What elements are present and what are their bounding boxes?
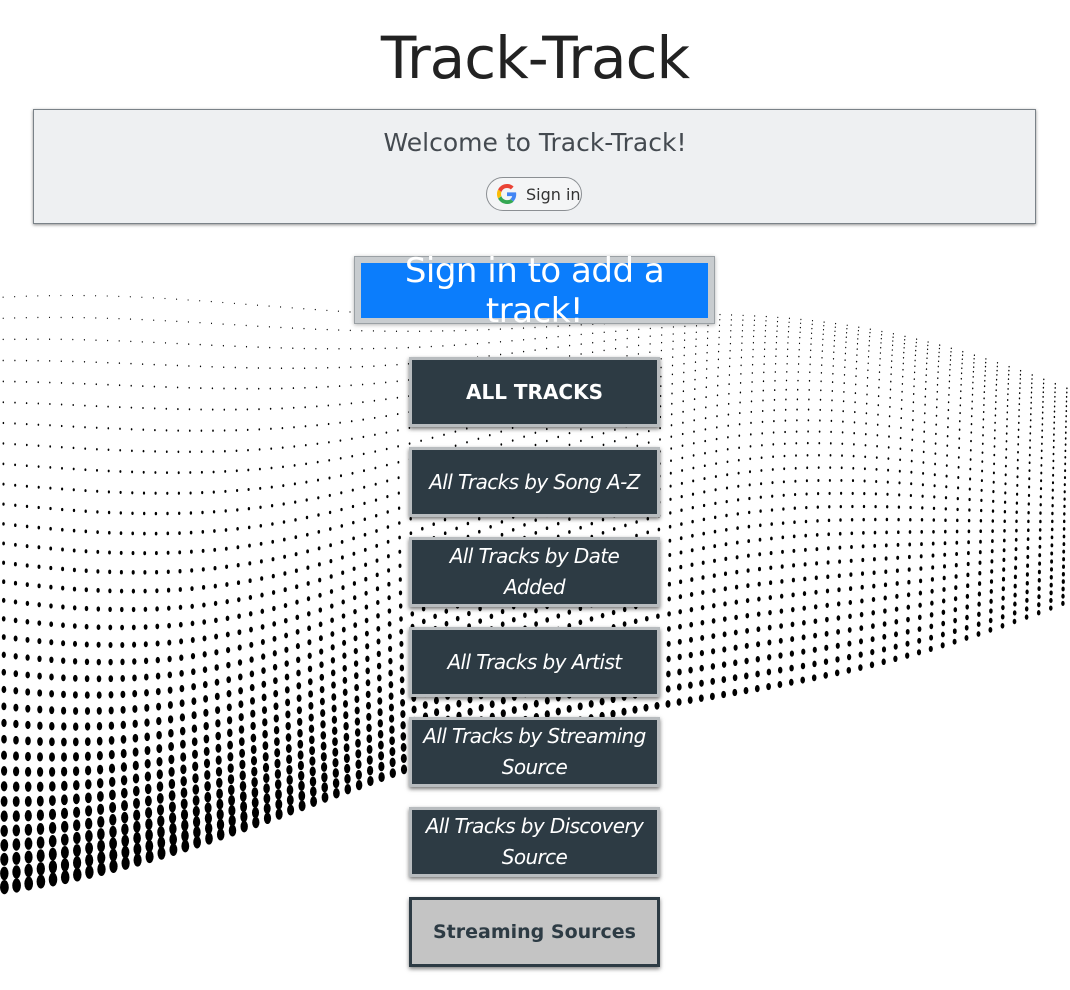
page-title: Track-Track — [380, 24, 690, 92]
tracks-by-streaming-source-button[interactable]: All Tracks by Streaming Source — [409, 717, 660, 787]
tracks-by-date-button[interactable]: All Tracks by Date Added — [409, 537, 660, 607]
tracks-by-discovery-source-button[interactable]: All Tracks by Discovery Source — [409, 807, 660, 877]
tracks-by-song-button[interactable]: All Tracks by Song A-Z — [409, 447, 660, 517]
tracks-by-artist-button[interactable]: All Tracks by Artist — [409, 627, 660, 697]
google-sign-in-label: Sign in — [526, 184, 581, 204]
streaming-sources-button[interactable]: Streaming Sources — [409, 897, 660, 967]
google-sign-in-button[interactable]: Sign in — [486, 177, 582, 211]
add-track-button[interactable]: Sign in to add a track! — [361, 251, 708, 331]
google-g-icon — [497, 184, 517, 204]
welcome-message: Welcome to Track-Track! — [383, 128, 687, 157]
all-tracks-button[interactable]: ALL TRACKS — [409, 357, 660, 427]
